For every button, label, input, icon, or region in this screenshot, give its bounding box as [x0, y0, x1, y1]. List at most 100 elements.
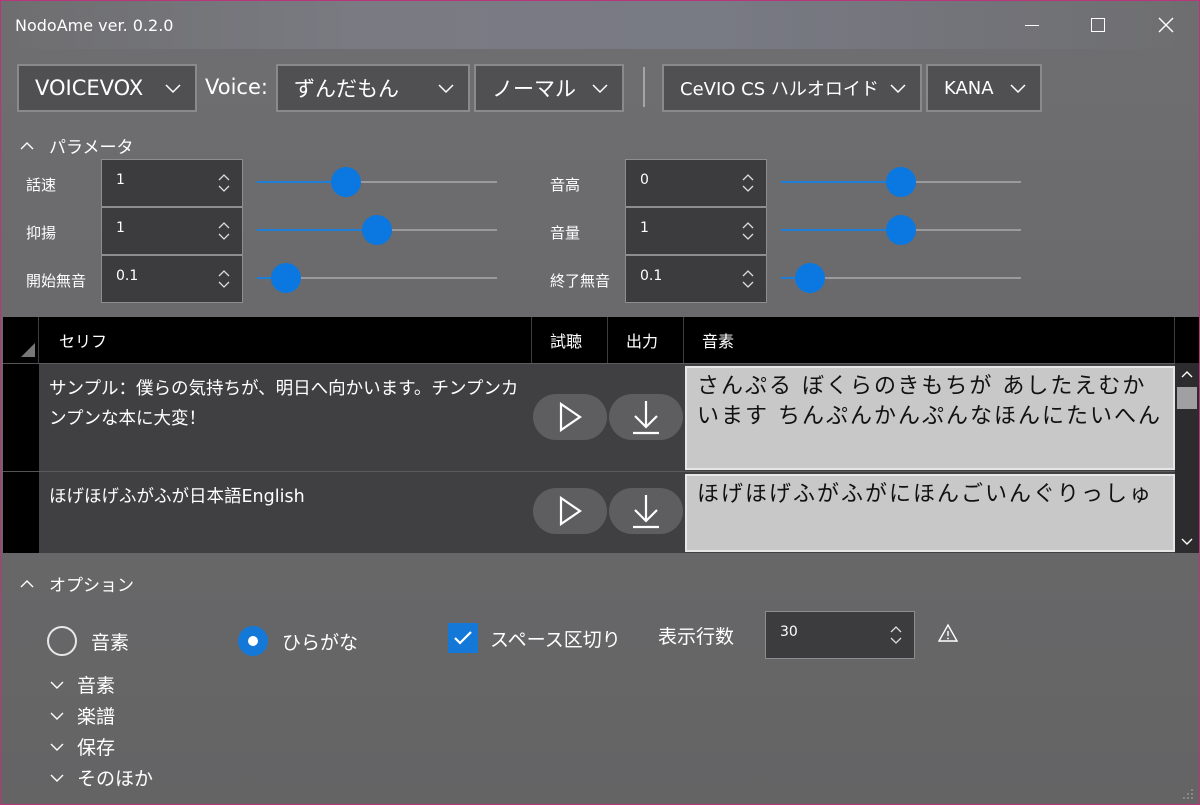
col-header-phoneme[interactable]: 音素	[684, 317, 1175, 363]
row-header[interactable]	[3, 471, 39, 553]
chevron-down-icon	[50, 774, 64, 782]
title-bar[interactable]: NodoAme ver. 0.2.0	[1, 1, 1199, 49]
export-button[interactable]	[609, 488, 683, 534]
maximize-icon	[1091, 18, 1105, 32]
expander-2[interactable]: 保存	[49, 733, 115, 760]
param-number-input[interactable]: 1	[625, 207, 767, 255]
radio-phoneme[interactable]: 音素	[47, 626, 129, 656]
param-slider[interactable]	[257, 262, 497, 294]
expander-1[interactable]: 楽譜	[49, 702, 115, 729]
phoneme-text[interactable]: さんぷる ぼくらのきもちが あしたえむかいます ちんぷんかんぷんなほんにたいへん	[685, 366, 1175, 470]
rows-count-input[interactable]: 30	[765, 611, 915, 659]
external-app-select[interactable]: CeVIO CS ハルオロイド	[662, 64, 922, 112]
play-button[interactable]	[533, 394, 607, 440]
scroll-down-button[interactable]	[1175, 531, 1199, 553]
toolbar-divider	[643, 67, 645, 107]
param-value: 1	[640, 220, 649, 236]
expander-0[interactable]: 音素	[49, 671, 115, 698]
table-row[interactable]: ほげほげふがふが日本語English ほげほげふがふがにほんごいんぐりっしゅ	[39, 471, 1175, 553]
chevron-up-icon	[20, 579, 34, 587]
options-section-label: オプション	[49, 576, 134, 596]
param-number-input[interactable]: 0.1	[625, 255, 767, 303]
slider-thumb[interactable]	[886, 215, 916, 245]
download-icon	[633, 401, 659, 435]
radio-checked-icon	[238, 626, 268, 656]
slider-thumb[interactable]	[886, 167, 916, 197]
play-button[interactable]	[533, 488, 607, 534]
slider-fill	[781, 181, 901, 183]
param-number-input[interactable]: 0	[625, 159, 767, 207]
param-number-input[interactable]: 1	[101, 207, 243, 255]
slider-thumb[interactable]	[270, 263, 301, 293]
slider-fill	[781, 229, 901, 231]
param-slider[interactable]	[257, 214, 497, 246]
slider-thumb[interactable]	[330, 167, 361, 197]
param-value: 0	[640, 172, 649, 188]
serif-text[interactable]: サンプル：僕らの気持ちが、明日へ向かいます。チンプンカンプンな本に大変！	[49, 374, 529, 434]
expander-label: 楽譜	[77, 706, 116, 728]
col-header-serif[interactable]: セリフ	[39, 317, 532, 363]
radio-hiragana[interactable]: ひらがな	[238, 626, 358, 656]
param-number-input[interactable]: 1	[101, 159, 243, 207]
external-mode-value: KANA	[944, 77, 994, 99]
engine-value: VOICEVOX	[35, 76, 144, 100]
spinner-icon[interactable]	[888, 623, 904, 647]
spinner-icon[interactable]	[216, 267, 232, 291]
rows-count-label: 表示行数	[658, 626, 735, 648]
slider-thumb[interactable]	[794, 263, 825, 293]
maximize-button[interactable]	[1083, 11, 1113, 39]
radio-unchecked-icon	[47, 626, 77, 656]
param-value: 1	[116, 172, 125, 188]
resize-grip-icon[interactable]	[1179, 785, 1195, 801]
voice-select[interactable]: ずんだもん	[276, 64, 470, 112]
chevron-down-icon	[1010, 84, 1026, 94]
param-value: 0.1	[640, 268, 663, 284]
spinner-icon[interactable]	[740, 219, 756, 243]
close-button[interactable]	[1151, 11, 1181, 39]
minimize-button[interactable]	[1017, 11, 1047, 39]
table-row[interactable]: サンプル：僕らの気持ちが、明日へ向かいます。チンプンカンプンな本に大変！ さんぷ…	[39, 363, 1175, 471]
slider-thumb[interactable]	[362, 215, 392, 245]
param-value: 0.1	[116, 268, 139, 284]
play-icon	[559, 401, 582, 433]
col-header-listen[interactable]: 試聴	[532, 317, 608, 363]
play-icon	[559, 495, 582, 527]
params-expander[interactable]: パラメータ	[19, 133, 134, 158]
space-split-checkbox[interactable]: スペース区切り	[448, 623, 621, 653]
checkbox-checked-icon	[448, 623, 478, 653]
rows-count-value: 30	[780, 624, 798, 640]
param-slider[interactable]	[781, 262, 1021, 294]
spinner-icon[interactable]	[740, 171, 756, 195]
scroll-thumb[interactable]	[1177, 387, 1197, 409]
slider-fill	[257, 229, 377, 231]
serif-text[interactable]: ほげほげふがふが日本語English	[49, 482, 529, 512]
param-slider[interactable]	[781, 166, 1021, 198]
grid-header: セリフ 試聴 出力 音素	[3, 317, 1199, 363]
expander-3[interactable]: そのほか	[49, 764, 153, 791]
voice-value: ずんだもん	[294, 77, 399, 101]
expander-label: 音素	[77, 675, 116, 697]
engine-select[interactable]: VOICEVOX	[17, 64, 197, 112]
options-expander[interactable]: オプション	[19, 571, 134, 596]
external-mode-select[interactable]: KANA	[926, 64, 1042, 112]
spinner-icon[interactable]	[740, 267, 756, 291]
scroll-up-button[interactable]	[1175, 363, 1199, 385]
param-slider[interactable]	[257, 166, 497, 198]
minimize-icon	[1025, 24, 1039, 26]
param-number-input[interactable]: 0.1	[101, 255, 243, 303]
close-icon	[1158, 17, 1174, 33]
download-icon	[633, 495, 659, 529]
param-label: 話速	[26, 176, 57, 194]
phoneme-text[interactable]: ほげほげふがふがにほんごいんぐりっしゅ	[685, 474, 1175, 552]
row-header[interactable]	[3, 363, 39, 471]
spinner-icon[interactable]	[216, 219, 232, 243]
space-split-label: スペース区切り	[490, 628, 621, 651]
param-slider[interactable]	[781, 214, 1021, 246]
style-select[interactable]: ノーマル	[474, 64, 624, 112]
serif-grid: セリフ 試聴 出力 音素 サンプル：僕らの気持ちが、明日へ向かいます。チンプンカ…	[3, 317, 1199, 553]
select-all-corner[interactable]	[3, 317, 39, 363]
spinner-icon[interactable]	[216, 171, 232, 195]
grid-scrollbar[interactable]	[1175, 363, 1199, 553]
col-header-output[interactable]: 出力	[608, 317, 684, 363]
export-button[interactable]	[609, 394, 683, 440]
